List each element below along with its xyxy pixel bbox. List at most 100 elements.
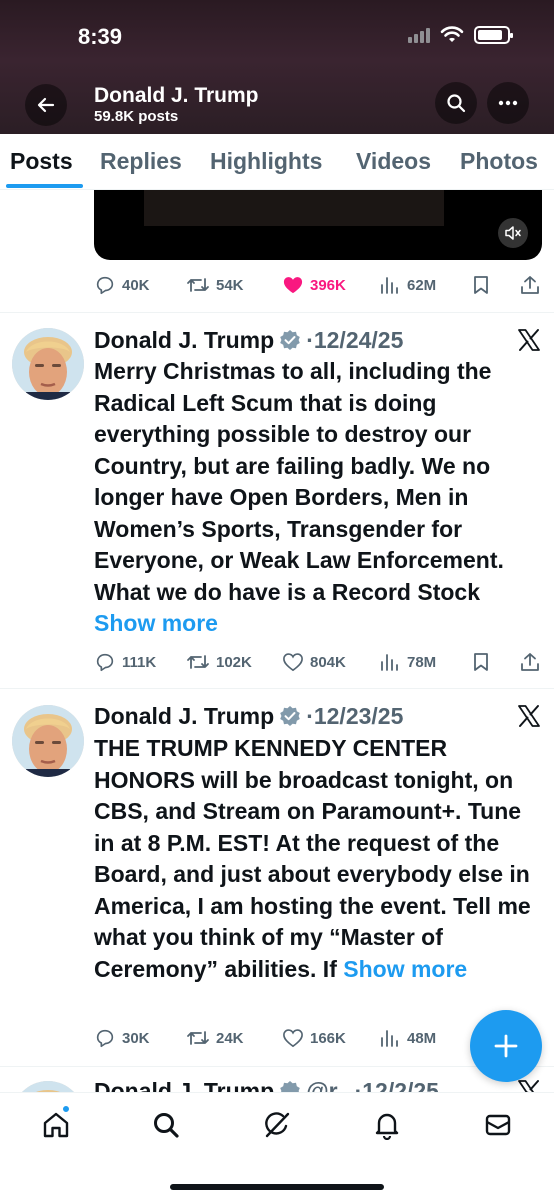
- reply-button[interactable]: 40K: [94, 270, 150, 300]
- post-text: Merry Christmas to all, including the Ra…: [94, 356, 544, 640]
- back-arrow-icon: [37, 97, 55, 113]
- tab-highlights[interactable]: Highlights: [210, 148, 322, 175]
- search-button[interactable]: [435, 82, 477, 124]
- views-button[interactable]: 78M: [379, 647, 436, 677]
- views-icon: [381, 277, 398, 294]
- home-notification-dot: [62, 1105, 70, 1113]
- post-divider: [0, 312, 554, 313]
- home-indicator: [170, 1184, 384, 1190]
- post-divider: [0, 688, 554, 689]
- verified-badge-icon: [280, 1081, 300, 1092]
- reply-button[interactable]: 111K: [94, 647, 156, 677]
- nav-notifications[interactable]: [371, 1109, 403, 1141]
- post-header: Donald J. Trump ·12/23/25: [94, 700, 403, 732]
- messages-icon: [485, 1114, 511, 1136]
- nav-search[interactable]: [150, 1109, 182, 1141]
- wifi-icon: [440, 26, 464, 42]
- bookmark-icon: [474, 653, 488, 671]
- tab-replies[interactable]: Replies: [100, 148, 182, 175]
- post-actions: 111K 102K 804K 78M: [94, 647, 544, 677]
- more-options-button[interactable]: [487, 82, 529, 124]
- search-icon: [447, 94, 466, 113]
- like-icon: [283, 1029, 303, 1048]
- repost-button[interactable]: 24K: [186, 1023, 244, 1053]
- like-icon: [283, 653, 303, 672]
- avatar[interactable]: [12, 705, 84, 777]
- reply-count: 111K: [122, 653, 157, 671]
- like-button[interactable]: 166K: [282, 1023, 346, 1053]
- author-name[interactable]: Donald J. Trump: [94, 327, 274, 354]
- post-header: Donald J. Trump ·12/24/25: [94, 324, 403, 356]
- grok-icon: [265, 1112, 290, 1138]
- nav-home[interactable]: [40, 1105, 72, 1141]
- like-count: 396K: [310, 276, 346, 294]
- like-button[interactable]: 396K: [282, 270, 346, 300]
- profile-tabs: Posts Replies Highlights Videos Photos: [0, 134, 554, 190]
- mute-button[interactable]: [498, 218, 528, 248]
- share-button[interactable]: [520, 270, 540, 300]
- muted-speaker-icon: [505, 226, 521, 240]
- video-player[interactable]: [94, 190, 542, 260]
- bookmark-button[interactable]: [472, 270, 490, 300]
- tab-posts[interactable]: Posts: [10, 148, 73, 175]
- bookmark-button[interactable]: [472, 647, 490, 677]
- plus-icon: [494, 1034, 518, 1058]
- avatar-image: [12, 328, 84, 400]
- post-date: ·12/23/25: [306, 702, 404, 729]
- tab-photos[interactable]: Photos: [460, 148, 538, 175]
- nav-grok[interactable]: [261, 1109, 293, 1141]
- x-logo-icon: [518, 1080, 539, 1092]
- verified-badge-icon: [280, 706, 300, 726]
- cellular-signal-icon: [408, 27, 430, 43]
- bookmark-icon: [474, 276, 488, 294]
- profile-name: Donald J. Trump: [94, 84, 259, 107]
- avatar-image: [12, 705, 84, 777]
- video-frame: [144, 190, 444, 226]
- avatar-image: [12, 1081, 84, 1092]
- repost-icon: [187, 655, 209, 669]
- repost-icon: [187, 278, 209, 292]
- partial-post: Donald J. Trump @r ·12/2/25: [0, 1067, 554, 1092]
- like-button[interactable]: 804K: [282, 647, 346, 677]
- like-count: 804K: [310, 653, 346, 671]
- verified-badge-icon: [280, 330, 300, 350]
- compose-post-button[interactable]: [470, 1010, 542, 1082]
- search-icon: [154, 1113, 179, 1138]
- avatar[interactable]: [12, 1081, 84, 1092]
- share-icon: [521, 653, 539, 671]
- view-count: 62M: [407, 276, 437, 294]
- view-count: 48M: [407, 1029, 437, 1047]
- x-logo-icon: [518, 705, 540, 727]
- repost-button[interactable]: 54K: [186, 270, 244, 300]
- avatar[interactable]: [12, 328, 84, 400]
- repost-count: 102K: [216, 653, 252, 671]
- post-actions: 40K 54K 396K 62M: [94, 270, 544, 300]
- active-tab-indicator: [6, 184, 83, 188]
- author-name[interactable]: Donald J. Trump: [94, 1078, 274, 1093]
- x-logo-icon: [518, 329, 540, 351]
- show-more-link[interactable]: Show more: [94, 610, 218, 636]
- reply-count: 40K: [122, 276, 150, 294]
- share-button[interactable]: [520, 647, 540, 677]
- tab-videos[interactable]: Videos: [356, 148, 431, 175]
- posts-count: 59.8K posts: [94, 108, 179, 125]
- reply-button[interactable]: 30K: [94, 1023, 150, 1053]
- status-time: 8:39: [78, 24, 123, 49]
- repost-button[interactable]: 102K: [186, 647, 252, 677]
- author-name[interactable]: Donald J. Trump: [94, 703, 274, 730]
- post-body: Merry Christmas to all, including the Ra…: [94, 358, 504, 605]
- repost-count: 54K: [216, 276, 244, 294]
- more-icon: [498, 100, 518, 106]
- post-text: THE TRUMP KENNEDY CENTER HONORS will be …: [94, 733, 544, 985]
- like-count: 166K: [310, 1029, 346, 1047]
- views-icon: [381, 654, 398, 671]
- post-header: Donald J. Trump @r ·12/2/25: [94, 1075, 439, 1092]
- reply-icon: [96, 653, 114, 672]
- views-button[interactable]: 62M: [379, 270, 436, 300]
- post-date: ·12/24/25: [306, 326, 404, 353]
- repost-count: 24K: [216, 1029, 244, 1047]
- show-more-link[interactable]: Show more: [343, 956, 467, 982]
- nav-messages[interactable]: [482, 1109, 514, 1141]
- views-button[interactable]: 48M: [379, 1023, 436, 1053]
- back-button[interactable]: [25, 84, 67, 126]
